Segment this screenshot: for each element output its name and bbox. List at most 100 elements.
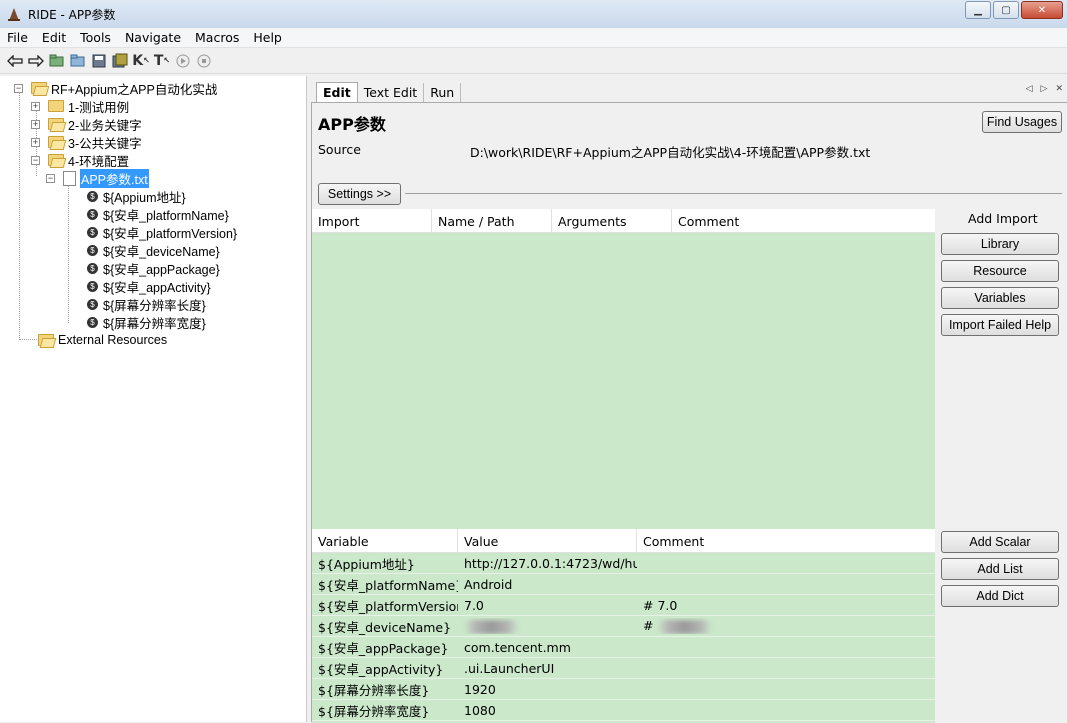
search-tests-icon[interactable]: T ↖ xyxy=(153,52,171,70)
tree-item-variable[interactable]: $ ${安卓_appPackage} xyxy=(87,259,220,277)
menu-tools[interactable]: Tools xyxy=(73,30,118,45)
tree-item-root[interactable]: − RF+Appium之APP自动化实战 xyxy=(14,79,217,97)
menu-macros[interactable]: Macros xyxy=(188,30,246,45)
settings-toggle-button[interactable]: Settings >> xyxy=(318,183,401,205)
tree-item-label: APP参数.txt xyxy=(80,168,149,188)
menu-navigate[interactable]: Navigate xyxy=(118,30,188,45)
import-table[interactable]: Import Name / Path Arguments Comment xyxy=(312,209,935,529)
tree-item-variable[interactable]: $ ${Appium地址} xyxy=(87,187,186,205)
tree-item-variable[interactable]: $ ${安卓_platformName} xyxy=(87,205,229,223)
project-tree: − RF+Appium之APP自动化实战 + 1-测试用例 + 2-业务关键字 … xyxy=(0,76,307,722)
tab-prev-icon[interactable]: ◁ xyxy=(1026,84,1033,94)
variable-comment-cell[interactable]: # xyxy=(637,618,935,634)
variable-name-cell[interactable]: ${安卓_appPackage} xyxy=(312,638,458,657)
tree-item-variable[interactable]: $ ${安卓_deviceName} xyxy=(87,241,220,259)
variable-comment-cell[interactable]: # 7.0 xyxy=(637,598,935,613)
add-resource-button[interactable]: Resource xyxy=(941,260,1059,282)
collapse-icon[interactable]: − xyxy=(31,155,40,165)
column-header[interactable]: Variable xyxy=(312,529,458,553)
tree-item-variable[interactable]: $ ${安卓_appActivity} xyxy=(87,277,211,295)
close-button[interactable]: ✕ xyxy=(1021,1,1063,19)
search-keywords-icon[interactable]: K ↖ xyxy=(132,52,150,70)
collapse-icon[interactable]: − xyxy=(46,173,55,183)
tab-text-edit[interactable]: Text Edit xyxy=(358,83,425,102)
variable-name-cell[interactable]: ${安卓_appActivity} xyxy=(312,659,458,678)
variable-name-cell[interactable]: ${安卓_platformVersion} xyxy=(312,596,458,615)
column-header[interactable]: Arguments xyxy=(552,209,672,233)
tree-item-folder[interactable]: + 1-测试用例 xyxy=(31,97,129,115)
variable-name-cell[interactable]: ${屏幕分辨率长度} xyxy=(312,680,458,699)
table-row[interactable]: ${安卓_appPackage} com.tencent.mm xyxy=(312,637,935,658)
add-list-button[interactable]: Add List xyxy=(941,558,1059,580)
tree-item-folder[interactable]: + 2-业务关键字 xyxy=(31,115,142,133)
folder-icon[interactable] xyxy=(69,52,87,70)
variable-icon: $ xyxy=(87,280,98,292)
stop-icon[interactable] xyxy=(195,52,213,70)
variable-table[interactable]: Variable Value Comment ${Appium地址} http:… xyxy=(312,529,935,723)
column-header[interactable]: Name / Path xyxy=(432,209,552,233)
variable-value-cell[interactable]: com.tencent.mm xyxy=(458,640,637,655)
variable-value-cell[interactable]: 1920 xyxy=(458,682,637,697)
tree-item-file[interactable]: − APP参数.txt xyxy=(46,168,149,188)
tree-item-label: External Resources xyxy=(58,333,168,347)
variable-icon: $ xyxy=(87,316,98,328)
tree-item-folder[interactable]: − 4-环境配置 xyxy=(31,151,129,169)
expand-icon[interactable]: + xyxy=(31,101,40,111)
table-row[interactable]: ${安卓_appActivity} .ui.LauncherUI xyxy=(312,658,935,679)
variable-icon: $ xyxy=(87,190,98,202)
add-variables-button[interactable]: Variables xyxy=(941,287,1059,309)
tree-item-label: ${安卓_platformName} xyxy=(103,208,229,223)
import-failed-help-button[interactable]: Import Failed Help xyxy=(941,314,1059,336)
table-row[interactable]: ${屏幕分辨率长度} 1920 xyxy=(312,679,935,700)
arrow-right-icon[interactable] xyxy=(27,52,45,70)
variable-value-cell[interactable]: 7.0 xyxy=(458,598,637,613)
menu-file[interactable]: File xyxy=(0,30,35,45)
table-row[interactable]: ${Appium地址} http://127.0.0.1:4723/wd/hub xyxy=(312,553,935,574)
column-header[interactable]: Value xyxy=(458,529,637,553)
menu-edit[interactable]: Edit xyxy=(35,30,73,45)
edit-panel: APP参数 Find Usages Source D:\work\RIDE\RF… xyxy=(311,102,1067,723)
add-library-button[interactable]: Library xyxy=(941,233,1059,255)
table-row[interactable]: ${安卓_platformName} Android xyxy=(312,574,935,595)
maximize-button[interactable]: ▢ xyxy=(993,1,1019,19)
expand-icon[interactable]: + xyxy=(31,137,40,147)
expand-icon[interactable]: + xyxy=(31,119,40,129)
table-row[interactable]: ${屏幕分辨率宽度} 1080 xyxy=(312,700,935,721)
collapse-icon[interactable]: − xyxy=(14,83,23,93)
column-header[interactable]: Comment xyxy=(637,529,935,553)
tree-item-variable[interactable]: $ ${安卓_platformVersion} xyxy=(87,223,237,241)
table-row[interactable]: ${安卓_deviceName} # xyxy=(312,616,935,637)
variable-name-cell[interactable]: ${Appium地址} xyxy=(312,554,458,573)
save-all-icon[interactable] xyxy=(111,52,129,70)
add-dict-button[interactable]: Add Dict xyxy=(941,585,1059,607)
table-row[interactable]: ${安卓_platformVersion} 7.0 # 7.0 xyxy=(312,595,935,616)
arrow-left-icon[interactable] xyxy=(6,52,24,70)
tree-item-label: ${Appium地址} xyxy=(103,190,186,205)
variable-value-cell[interactable]: http://127.0.0.1:4723/wd/hub xyxy=(458,556,637,571)
variable-value-cell[interactable]: Android xyxy=(458,577,637,592)
menu-help[interactable]: Help xyxy=(246,30,289,45)
variable-value-cell[interactable]: .ui.LauncherUI xyxy=(458,661,637,676)
variable-name-cell[interactable]: ${屏幕分辨率宽度} xyxy=(312,701,458,720)
tree-item-variable[interactable]: $ ${屏幕分辨率宽度} xyxy=(87,313,206,331)
variable-value-cell[interactable]: 1080 xyxy=(458,703,637,718)
tab-next-icon[interactable]: ▷ xyxy=(1041,84,1048,94)
minimize-button[interactable]: ▁ xyxy=(965,1,991,19)
open-folder-icon[interactable] xyxy=(48,52,66,70)
save-icon[interactable] xyxy=(90,52,108,70)
column-header[interactable]: Import xyxy=(312,209,432,233)
tree-item-folder[interactable]: + 3-公共关键字 xyxy=(31,133,142,151)
find-usages-button[interactable]: Find Usages xyxy=(982,111,1062,133)
tab-run[interactable]: Run xyxy=(424,83,462,102)
add-scalar-button[interactable]: Add Scalar xyxy=(941,531,1059,553)
variable-name-cell[interactable]: ${安卓_platformName} xyxy=(312,575,458,594)
run-icon[interactable] xyxy=(174,52,192,70)
tab-edit[interactable]: Edit xyxy=(316,82,358,102)
tree-item-external-resources[interactable]: External Resources xyxy=(38,331,167,349)
variable-name-cell[interactable]: ${安卓_deviceName} xyxy=(312,617,458,636)
close-tab-icon[interactable]: ✕ xyxy=(1055,84,1063,94)
close-icon: ✕ xyxy=(1037,4,1047,16)
column-header[interactable]: Comment xyxy=(672,209,935,233)
tree-item-variable[interactable]: $ ${屏幕分辨率长度} xyxy=(87,295,206,313)
variable-value-cell[interactable] xyxy=(458,618,637,634)
